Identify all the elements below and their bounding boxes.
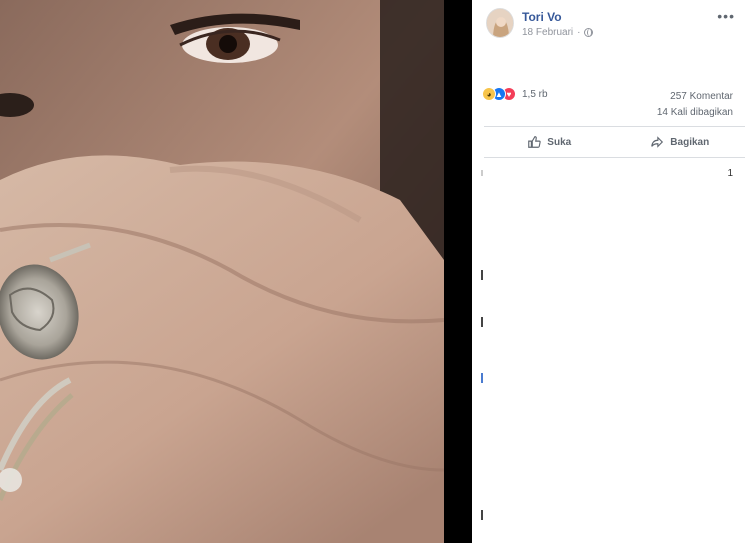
comment-section: 1 <box>481 160 745 543</box>
share-label: Bagikan <box>670 136 710 148</box>
post-meta: 18 Februari · <box>522 27 594 38</box>
share-count[interactable]: 14 Kali dibagikan <box>657 105 733 121</box>
comment-count[interactable]: 257 Komentar <box>657 89 733 105</box>
scroll-marker <box>481 373 483 383</box>
photo-viewer: Tori Vo 18 Februari · ••• ◕ ▲ ♥ 1,5 rb 2… <box>0 0 745 543</box>
share-button[interactable]: Bagikan <box>615 127 745 157</box>
action-bar: Suka Bagikan <box>484 127 745 157</box>
like-label: Suka <box>547 136 572 148</box>
sad-reaction-icon: ◕ <box>482 87 496 101</box>
post-photo[interactable] <box>0 0 444 543</box>
scroll-marker <box>481 170 483 176</box>
comment-page-number: 1 <box>727 168 733 179</box>
post-sidebar: Tori Vo 18 Februari · ••• ◕ ▲ ♥ 1,5 rb 2… <box>472 0 745 543</box>
avatar[interactable] <box>486 8 514 38</box>
viewer-gap <box>444 0 472 543</box>
scroll-marker <box>481 270 483 280</box>
post-stats: 257 Komentar 14 Kali dibagikan <box>657 89 733 121</box>
avatar-image <box>487 9 513 37</box>
scroll-marker <box>481 317 483 327</box>
share-icon <box>651 136 664 148</box>
post-date[interactable]: 18 Februari <box>522 27 573 38</box>
divider <box>484 157 745 158</box>
photo-image <box>0 0 444 543</box>
thumbs-up-icon <box>528 136 541 148</box>
reaction-count: 1,5 rb <box>522 88 548 100</box>
reaction-summary[interactable]: ◕ ▲ ♥ 1,5 rb <box>482 87 548 101</box>
ellipsis-icon[interactable]: ••• <box>717 8 735 24</box>
author-name[interactable]: Tori Vo <box>522 10 562 24</box>
scroll-marker <box>481 510 483 520</box>
post-header: Tori Vo 18 Februari · ••• <box>486 8 735 42</box>
like-button[interactable]: Suka <box>484 127 615 157</box>
globe-icon[interactable] <box>584 28 594 37</box>
